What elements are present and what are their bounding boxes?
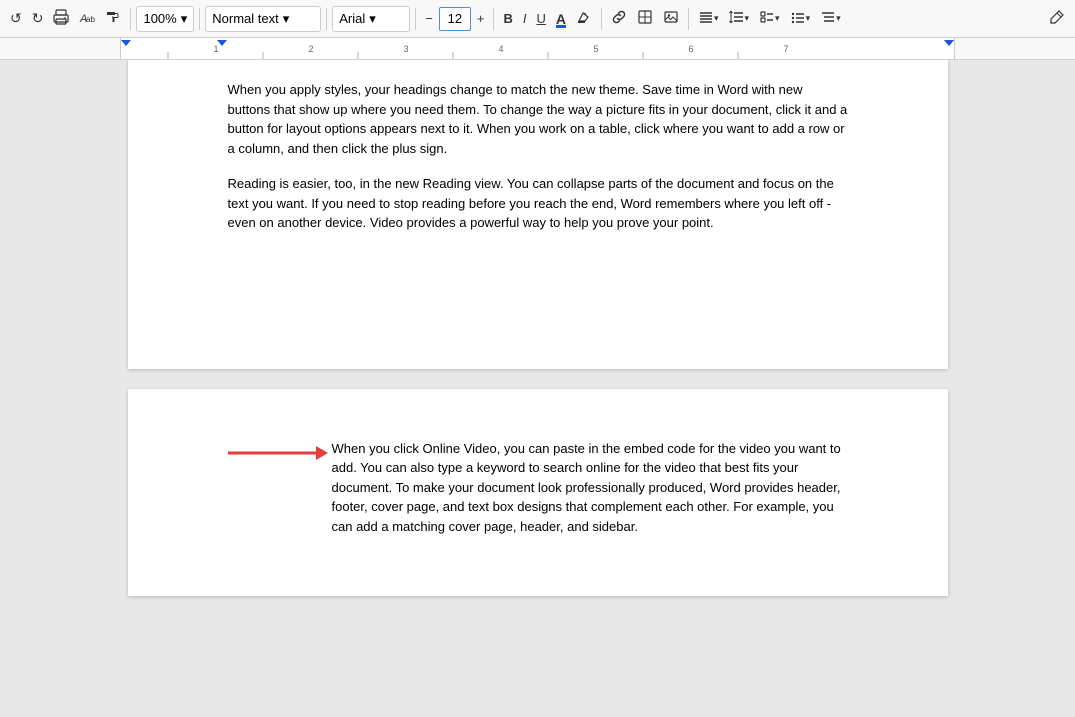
- page1-paragraph-1: When you apply styles, your headings cha…: [228, 80, 848, 158]
- highlight-icon: [576, 9, 592, 28]
- svg-text:4: 4: [498, 44, 503, 54]
- indent-list-icon: [820, 9, 836, 28]
- paint-format-button[interactable]: [101, 5, 125, 33]
- checklist-chevron-icon: ▾: [775, 13, 780, 24]
- print-icon: [53, 9, 69, 28]
- decrease-font-button[interactable]: −: [421, 5, 437, 33]
- ruler-right-indent-marker[interactable]: [944, 40, 954, 46]
- style-chevron-icon: ▾: [283, 11, 290, 27]
- image-icon: [663, 9, 679, 28]
- italic-button[interactable]: I: [519, 5, 531, 33]
- checklist-button[interactable]: ▾: [755, 5, 784, 33]
- redo-icon: ↻: [32, 10, 44, 27]
- svg-text:3: 3: [403, 44, 408, 54]
- list-chevron-icon: ▾: [806, 13, 811, 24]
- page-1: When you apply styles, your headings cha…: [128, 60, 948, 369]
- document-area: When you apply styles, your headings cha…: [0, 60, 1075, 717]
- arrow-paragraph-container: When you click Online Video, you can pas…: [228, 439, 848, 537]
- separator-6: [601, 8, 602, 30]
- list-icon: [790, 9, 806, 28]
- image-button[interactable]: [659, 5, 683, 33]
- ruler: 1 2 3 4 5 6 7: [0, 38, 1075, 60]
- font-dropdown[interactable]: Arial ▾: [332, 6, 410, 32]
- increase-font-icon: +: [477, 11, 485, 26]
- svg-text:6: 6: [688, 44, 693, 54]
- link-icon: [611, 9, 627, 28]
- italic-icon: I: [523, 11, 527, 26]
- red-arrow-icon: [228, 441, 328, 465]
- underline-button[interactable]: U: [532, 5, 549, 33]
- edit-mode-icon: [1049, 9, 1065, 28]
- print-button[interactable]: [49, 5, 73, 33]
- page2-paragraph-1: When you click Online Video, you can pas…: [332, 439, 848, 537]
- edit-mode-button[interactable]: [1045, 5, 1069, 33]
- svg-text:1: 1: [213, 44, 218, 54]
- separator-5: [493, 8, 494, 30]
- decrease-font-icon: −: [425, 11, 433, 26]
- align-chevron-icon: ▾: [714, 13, 719, 24]
- equation-button[interactable]: [633, 5, 657, 33]
- indent-list-button[interactable]: ▾: [816, 5, 845, 33]
- zoom-value: 100%: [143, 11, 176, 26]
- highlight-button[interactable]: [572, 5, 596, 33]
- list-button[interactable]: ▾: [786, 5, 815, 33]
- undo-icon: ↺: [10, 10, 22, 27]
- style-label: Normal text: [212, 11, 278, 26]
- align-icon: [698, 9, 714, 28]
- font-color-icon: A: [556, 12, 566, 26]
- page-2: When you click Online Video, you can pas…: [128, 389, 948, 597]
- font-color-button[interactable]: A: [552, 5, 570, 33]
- underline-icon: U: [536, 11, 545, 26]
- link-button[interactable]: [607, 5, 631, 33]
- equation-icon: [637, 9, 653, 28]
- svg-text:7: 7: [783, 44, 788, 54]
- line-spacing-button[interactable]: ▾: [725, 5, 754, 33]
- page1-paragraph-2: Reading is easier, too, in the new Readi…: [228, 174, 848, 233]
- bold-button[interactable]: B: [499, 5, 516, 33]
- separator-1: [130, 8, 131, 30]
- paint-format-icon: [105, 9, 121, 28]
- separator-3: [326, 8, 327, 30]
- indent-list-chevron-icon: ▾: [836, 13, 841, 24]
- font-size-input[interactable]: 12: [439, 7, 471, 31]
- ruler-track: 1 2 3 4 5 6 7: [120, 38, 955, 59]
- font-chevron-icon: ▾: [369, 11, 376, 27]
- bold-icon: B: [503, 11, 512, 26]
- checklist-icon: [759, 9, 775, 28]
- line-spacing-icon: [729, 9, 745, 28]
- undo-button[interactable]: ↺: [6, 5, 26, 33]
- align-button[interactable]: ▾: [694, 5, 723, 33]
- font-label: Arial: [339, 11, 365, 26]
- zoom-chevron-icon: ▾: [181, 11, 188, 27]
- line-spacing-chevron-icon: ▾: [745, 13, 750, 24]
- separator-7: [688, 8, 689, 30]
- separator-2: [199, 8, 200, 30]
- style-dropdown[interactable]: Normal text ▾: [205, 6, 321, 32]
- zoom-dropdown[interactable]: 100% ▾: [136, 6, 194, 32]
- svg-text:abc: abc: [86, 15, 95, 24]
- ruler-ticks: 1 2 3 4 5 6 7: [121, 38, 954, 60]
- separator-4: [415, 8, 416, 30]
- toolbar: ↺ ↻ A abc: [0, 0, 1075, 38]
- redo-button[interactable]: ↻: [28, 5, 48, 33]
- ruler-left-indent-marker[interactable]: [121, 40, 131, 46]
- page1-blank-space: [228, 249, 848, 329]
- spellcheck-icon: A abc: [79, 9, 95, 28]
- svg-text:5: 5: [593, 44, 598, 54]
- svg-text:2: 2: [308, 44, 313, 54]
- spellcheck-button[interactable]: A abc: [75, 5, 99, 33]
- increase-font-button[interactable]: +: [473, 5, 489, 33]
